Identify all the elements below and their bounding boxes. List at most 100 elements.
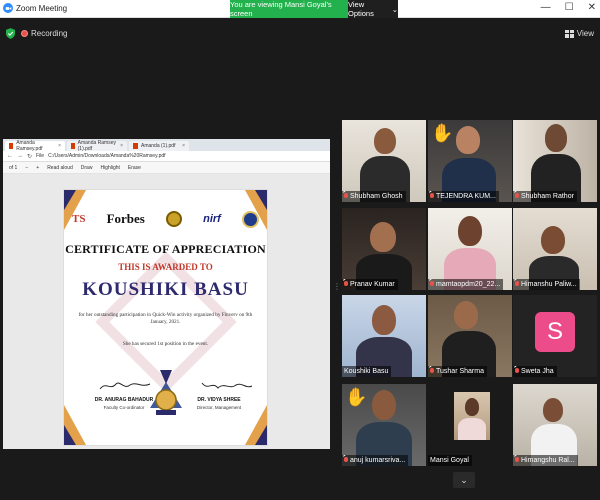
certificate-position: She has secured 1st position in the even… <box>122 341 209 347</box>
browser-tab[interactable]: Amanda (1).pdf × <box>129 141 189 151</box>
video-tile[interactable]: ✋ TEJENDRA KUM... <box>428 120 512 202</box>
video-tile[interactable]: Shubham Rathor <box>513 120 597 202</box>
participant-name: Sweta Jha <box>521 368 554 375</box>
participant-name-bar: anuj kumarsriva... <box>342 455 409 466</box>
certificate-title: CERTIFICATE OF APPRECIATION <box>65 242 266 256</box>
participant-figure <box>374 128 396 154</box>
participant-figure <box>454 301 478 329</box>
video-tile[interactable]: Pranav Kumar <box>342 208 426 290</box>
video-tile[interactable]: ✋ anuj kumarsriva... <box>342 384 426 466</box>
view-options-button[interactable]: View Options ⌄ <box>348 0 398 18</box>
refresh-icon[interactable]: ↻ <box>27 153 32 160</box>
url-input[interactable]: C:/Users/Admin/Downloads/Amanda%20Ramsey… <box>48 153 326 159</box>
tab-label: Amanda (1).pdf <box>141 143 176 149</box>
participant-name-bar: Shubham Rathor <box>513 191 577 202</box>
tab-close-icon[interactable]: × <box>58 143 61 149</box>
participant-figure <box>465 398 479 416</box>
recording-icon <box>21 30 28 37</box>
tab-close-icon[interactable]: × <box>120 143 123 149</box>
raised-hand-icon: ✋ <box>431 123 454 143</box>
participant-figure <box>543 398 563 422</box>
highlight-button[interactable]: Highlight <box>100 165 119 171</box>
certificate: TS Forbes nirf CERTIFICATE OF APPRECIATI… <box>63 189 268 446</box>
panel-splitter[interactable]: ⋮ <box>333 282 341 302</box>
pdf-file-icon <box>9 143 14 149</box>
browser-tab[interactable]: Amanda Ramsey.pdf × <box>5 140 65 152</box>
mic-muted-icon <box>515 281 519 288</box>
participant-name: mamtaopdm20_22... <box>436 281 501 288</box>
window-controls: — ☐ ✕ <box>541 3 596 13</box>
participant-figure <box>545 124 567 152</box>
browser-tab[interactable]: Amanda Ramsey (1).pdf × <box>67 140 127 152</box>
minimize-icon[interactable]: — <box>541 3 551 13</box>
forbes-logo: Forbes <box>106 211 145 226</box>
video-tile[interactable]: mamtaopdm20_22... <box>428 208 512 290</box>
participant-name: Himangshu Ral... <box>521 457 575 464</box>
video-tile-active-speaker[interactable]: Koushiki Basu <box>342 295 426 377</box>
corner-ornament-icon <box>245 405 267 445</box>
zoom-logo-icon <box>3 3 13 13</box>
meeting-header: Recording View <box>0 25 600 43</box>
mic-muted-icon <box>344 193 348 200</box>
erase-button[interactable]: Erase <box>128 165 141 171</box>
title-wrap: Zoom Meeting <box>3 3 67 13</box>
participant-figure <box>372 305 396 335</box>
grid-view-icon <box>564 29 574 38</box>
participant-figure <box>370 222 396 252</box>
recipient-name: KOUSHIKI BASU <box>82 279 249 300</box>
maximize-icon[interactable]: ☐ <box>565 3 574 13</box>
participant-name: TEJENDRA KUM... <box>436 193 496 200</box>
pdf-viewer: TS Forbes nirf CERTIFICATE OF APPRECIATI… <box>3 174 330 449</box>
medal-icon <box>150 370 182 415</box>
video-tile[interactable]: Himangshu Ral... <box>513 384 597 466</box>
view-options-label: View Options <box>348 0 374 18</box>
participant-name: Shubham Ghosh <box>350 193 403 200</box>
address-bar: ← → ↻ File C:/Users/Admin/Downloads/Aman… <box>3 151 330 162</box>
mic-muted-icon <box>515 193 519 200</box>
participant-name: anuj kumarsriva... <box>350 457 406 464</box>
video-tile[interactable]: Shubham Ghosh <box>342 120 426 202</box>
page-indicator[interactable]: of 1 <box>9 165 17 171</box>
award-badge-icon <box>166 211 182 227</box>
shield-icon[interactable] <box>6 28 15 39</box>
participant-name-bar: Pranav Kumar <box>342 279 398 290</box>
chevron-down-icon: ⌄ <box>391 4 398 14</box>
file-label: File <box>36 153 45 159</box>
participant-name-bar: Himangshu Ral... <box>513 455 578 466</box>
video-tile[interactable]: Tushar Sharma <box>428 295 512 377</box>
participant-name: Himanshu Paliw... <box>521 281 577 288</box>
view-button[interactable]: View <box>564 29 594 38</box>
participant-name-bar: Tushar Sharma <box>428 366 487 377</box>
tab-close-icon[interactable]: × <box>182 143 185 149</box>
mic-muted-icon <box>430 281 434 288</box>
viewing-banner: You are viewing Mansi Goyal's screen <box>230 0 348 18</box>
participant-name: Pranav Kumar <box>350 281 395 288</box>
participant-figure <box>458 418 486 440</box>
shared-screen: Amanda Ramsey.pdf × Amanda Ramsey (1).pd… <box>3 139 330 449</box>
seal-icon <box>241 210 259 228</box>
signature-right <box>201 382 253 389</box>
zoom-in-button[interactable]: + <box>36 165 39 171</box>
nirf-logo: nirf <box>203 213 221 225</box>
participant-name: Shubham Rathor <box>521 193 574 200</box>
participant-figure <box>372 390 396 420</box>
chevron-down-icon: ⌄ <box>460 474 468 485</box>
zoom-out-button[interactable]: − <box>25 165 28 171</box>
show-toolbar-button[interactable]: ⌄ <box>453 472 475 488</box>
signer-left-name: DR. ANURAG BAHADUR <box>94 397 154 403</box>
video-tile[interactable]: Himanshu Paliw... <box>513 208 597 290</box>
recording-label: Recording <box>31 29 68 38</box>
video-tile[interactable]: Mansi Goyal <box>428 384 512 466</box>
signer-right-role: Director, Management <box>196 405 242 410</box>
read-aloud-button[interactable]: Read aloud <box>47 165 73 171</box>
participant-figure <box>458 216 482 246</box>
app-title: Zoom Meeting <box>16 3 68 13</box>
close-icon[interactable]: ✕ <box>588 3 596 13</box>
video-tile[interactable]: S Sweta Jha <box>513 295 597 377</box>
back-icon[interactable]: ← <box>7 153 13 159</box>
forward-icon[interactable]: → <box>17 153 23 159</box>
participant-figure <box>456 126 480 154</box>
draw-button[interactable]: Draw <box>81 165 93 171</box>
mic-muted-icon <box>344 457 348 464</box>
logo-row: TS Forbes nirf <box>72 204 259 234</box>
